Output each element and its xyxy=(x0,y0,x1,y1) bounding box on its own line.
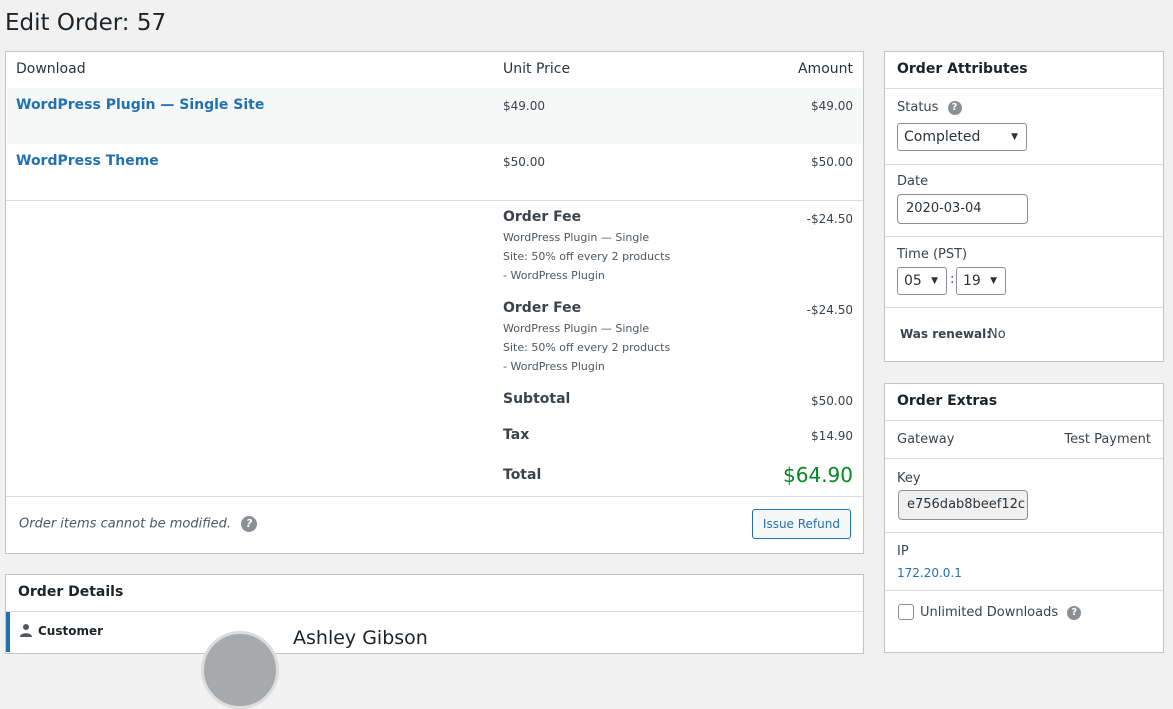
chevron-down-icon: ▼ xyxy=(931,276,938,286)
table-row: WordPress Theme $50.00 $50.00 xyxy=(6,144,863,200)
item-amount: $49.00 xyxy=(811,99,853,113)
items-note: Order items cannot be modified. ? xyxy=(19,516,258,532)
header-unit-price: Unit Price xyxy=(503,61,571,77)
hour-select[interactable]: 05 ▼ xyxy=(897,267,947,295)
date-label: Date xyxy=(897,174,929,189)
fee-title: Order Fee xyxy=(503,209,582,225)
time-label: Time (PST) xyxy=(897,247,968,262)
chevron-down-icon: ▼ xyxy=(1011,132,1018,142)
status-label: Status ? xyxy=(897,100,962,115)
header-amount: Amount xyxy=(797,61,853,77)
status-select-value: Completed xyxy=(904,129,981,145)
order-details-title: Order Details xyxy=(18,584,124,600)
order-items-box: Download Unit Price Amount WordPress Plu… xyxy=(5,51,864,554)
divider xyxy=(885,590,1163,591)
subtotal-label: Subtotal xyxy=(503,391,571,407)
gateway-value: Test Payment xyxy=(1064,432,1151,447)
fee-amount: -$24.50 xyxy=(806,212,853,226)
divider xyxy=(6,200,863,201)
unlimited-downloads-text: Unlimited Downloads xyxy=(920,605,1059,620)
issue-refund-button[interactable]: Issue Refund xyxy=(751,509,851,539)
item-link[interactable]: WordPress Plugin — Single Site xyxy=(16,97,264,113)
order-fee: Order Fee WordPress Plugin — Single Site… xyxy=(503,209,703,285)
ip-link[interactable]: 172.20.0.1 xyxy=(897,566,962,580)
unlimited-downloads-checkbox[interactable] xyxy=(898,604,914,620)
unlimited-downloads-label: Unlimited Downloads ? xyxy=(920,605,1082,620)
key-label: Key xyxy=(897,471,921,486)
gateway-label: Gateway xyxy=(897,432,955,447)
renewal-label: Was renewal: xyxy=(900,327,992,341)
renewal-value: No xyxy=(988,327,1006,342)
user-icon xyxy=(20,624,32,637)
item-link[interactable]: WordPress Theme xyxy=(16,153,159,169)
divider xyxy=(885,164,1163,165)
items-footer: Order items cannot be modified. ? Issue … xyxy=(6,496,863,553)
table-row: WordPress Plugin — Single Site $49.00 $4… xyxy=(6,88,863,144)
divider xyxy=(885,532,1163,533)
status-label-text: Status xyxy=(897,100,939,115)
order-extras-box: Order Extras Gateway Test Payment Key e7… xyxy=(884,383,1164,653)
divider xyxy=(885,236,1163,237)
minute-select[interactable]: 19 ▼ xyxy=(956,267,1006,295)
ip-label: IP xyxy=(897,544,909,559)
order-attributes-title: Order Attributes xyxy=(897,61,1028,77)
item-amount: $50.00 xyxy=(811,155,853,169)
active-tab-indicator xyxy=(6,612,10,652)
fee-amount: -$24.50 xyxy=(806,303,853,317)
help-icon[interactable]: ? xyxy=(947,100,962,115)
page-title: Edit Order: 57 xyxy=(5,10,167,36)
order-attributes-box: Order Attributes Status ? Completed ▼ Da… xyxy=(884,51,1164,362)
divider xyxy=(885,307,1163,308)
help-icon[interactable]: ? xyxy=(1067,605,1082,620)
key-field[interactable]: e756dab8beef12c xyxy=(898,490,1028,520)
order-fee: Order Fee WordPress Plugin — Single Site… xyxy=(503,300,703,376)
tab-customer[interactable]: Customer xyxy=(19,623,103,638)
fee-description: WordPress Plugin — Single Site: 50% off … xyxy=(503,231,671,282)
order-details-box: Order Details Customer Ashley Gibson xyxy=(5,574,864,709)
hour-select-value: 05 xyxy=(904,273,922,289)
status-select[interactable]: Completed ▼ xyxy=(897,123,1027,151)
item-unit-price: $49.00 xyxy=(503,99,545,113)
divider xyxy=(885,458,1163,459)
tax-label: Tax xyxy=(503,427,530,443)
divider xyxy=(885,420,1163,421)
divider xyxy=(6,611,863,612)
subtotal-value: $50.00 xyxy=(811,394,853,408)
tax-value: $14.90 xyxy=(811,429,853,443)
divider xyxy=(885,88,1163,89)
tab-customer-label: Customer xyxy=(38,624,104,638)
help-icon[interactable]: ? xyxy=(241,516,258,532)
items-header: Download Unit Price Amount xyxy=(6,52,863,90)
total-label: Total xyxy=(503,467,542,483)
date-field[interactable]: 2020-03-04 xyxy=(897,194,1028,224)
fee-title: Order Fee xyxy=(503,300,582,316)
fee-description: WordPress Plugin — Single Site: 50% off … xyxy=(503,322,671,373)
customer-name: Ashley Gibson xyxy=(293,627,428,649)
time-separator: : xyxy=(950,272,955,287)
minute-select-value: 19 xyxy=(963,273,981,289)
header-download: Download xyxy=(16,61,86,77)
items-note-text: Order items cannot be modified. xyxy=(19,516,231,532)
total-value: $64.90 xyxy=(783,463,853,487)
item-unit-price: $50.00 xyxy=(503,155,545,169)
chevron-down-icon: ▼ xyxy=(990,276,997,286)
order-extras-title: Order Extras xyxy=(897,393,998,409)
